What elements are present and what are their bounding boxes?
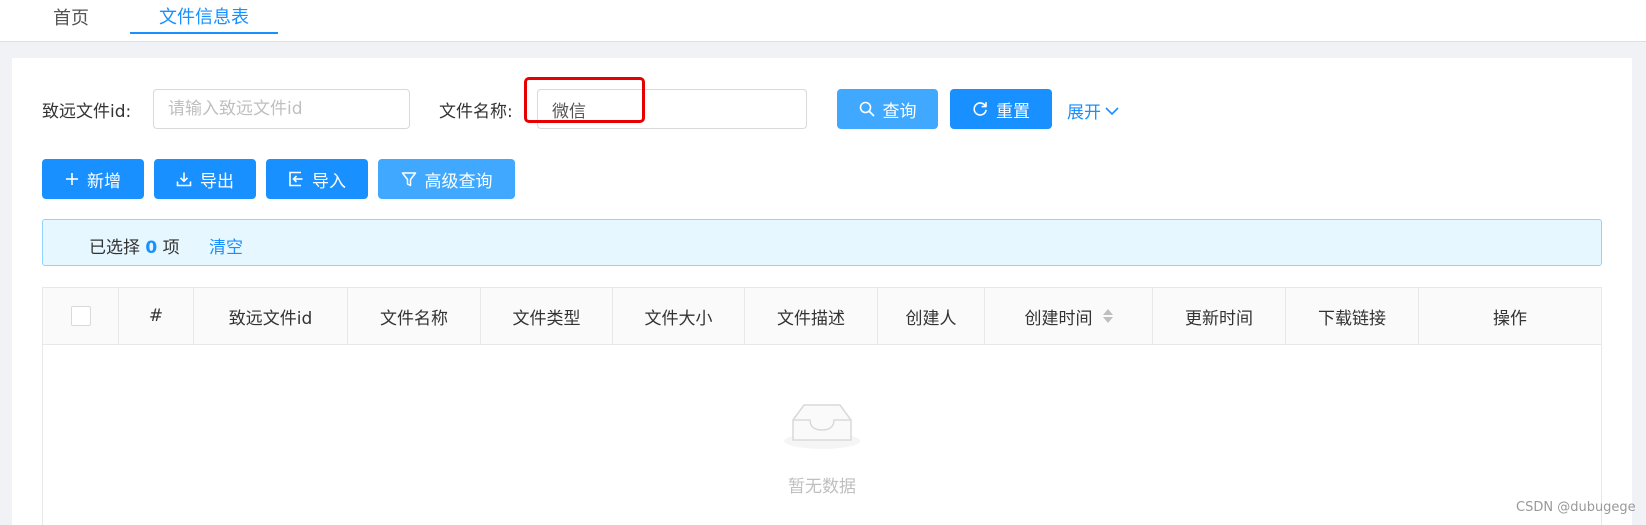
file-id-label: 致远文件id: — [42, 102, 132, 122]
selection-prefix: 已选择 — [89, 238, 140, 258]
reset-button[interactable]: 重置 — [950, 89, 1052, 129]
chevron-down-icon — [1105, 106, 1119, 115]
column-header-file-description: 文件描述 — [745, 288, 878, 344]
selection-alert: 已选择 0 项 清空 — [42, 219, 1602, 266]
empty-inbox-icon — [784, 404, 860, 449]
add-button[interactable]: 新增 — [42, 159, 144, 199]
file-name-label: 文件名称: — [439, 102, 513, 122]
column-header-download-link: 下载链接 — [1286, 288, 1419, 344]
download-icon — [176, 172, 192, 187]
table-header: # 致远文件id 文件名称 文件类型 文件大小 文件描述 创建人 创建时间 更新… — [43, 288, 1601, 345]
search-icon — [859, 101, 874, 117]
column-header-file-size: 文件大小 — [613, 288, 745, 344]
column-header-index: # — [119, 288, 194, 344]
column-header-created-time[interactable]: 创建时间 — [985, 288, 1153, 344]
import-button[interactable]: 导入 — [266, 159, 368, 199]
query-button-label: 查询 — [882, 101, 917, 122]
advanced-query-button-label: 高级查询 — [424, 171, 493, 192]
file-name-input[interactable] — [537, 89, 807, 129]
selection-suffix: 项 — [162, 238, 180, 258]
selection-count: 0 — [145, 238, 158, 258]
expand-link-label: 展开 — [1067, 103, 1101, 123]
add-button-label: 新增 — [87, 171, 121, 192]
plus-icon — [66, 173, 78, 185]
column-header-creator: 创建人 — [878, 288, 985, 344]
import-button-label: 导入 — [312, 171, 346, 192]
reset-button-label: 重置 — [996, 101, 1030, 122]
column-header-actions: 操作 — [1493, 308, 1527, 329]
selection-count-text: 已选择 0 项 — [89, 233, 180, 258]
column-header-updated-time: 更新时间 — [1153, 288, 1286, 344]
export-button-label: 导出 — [200, 171, 234, 192]
expand-link[interactable]: 展开 — [1067, 98, 1119, 123]
query-button[interactable]: 查询 — [837, 89, 938, 129]
clear-selection-link[interactable]: 清空 — [209, 233, 243, 258]
select-all-checkbox[interactable] — [70, 306, 91, 326]
advanced-query-button[interactable]: 高级查询 — [378, 159, 515, 199]
header-select-all — [43, 288, 119, 344]
column-header-file-type: 文件类型 — [481, 288, 613, 344]
top-tab-bar: 首页 文件信息表 — [0, 0, 1646, 42]
export-button[interactable]: 导出 — [154, 159, 256, 199]
data-table: # 致远文件id 文件名称 文件类型 文件大小 文件描述 创建人 创建时间 更新… — [42, 287, 1602, 525]
tab-home[interactable]: 首页 — [36, 0, 106, 34]
column-header-file-name: 文件名称 — [348, 288, 481, 344]
empty-state-text: 暂无数据 — [788, 477, 856, 497]
reload-icon — [973, 101, 987, 116]
created-time-label: 创建时间 — [1024, 308, 1093, 329]
sort-icon[interactable] — [1102, 309, 1113, 323]
column-header-file-id: 致远文件id — [194, 288, 348, 344]
import-icon — [289, 171, 303, 187]
filter-icon — [401, 172, 416, 187]
watermark: CSDN @dubugege — [1516, 500, 1636, 515]
file-id-input[interactable] — [153, 89, 410, 129]
tab-file-info[interactable]: 文件信息表 — [130, 0, 278, 34]
